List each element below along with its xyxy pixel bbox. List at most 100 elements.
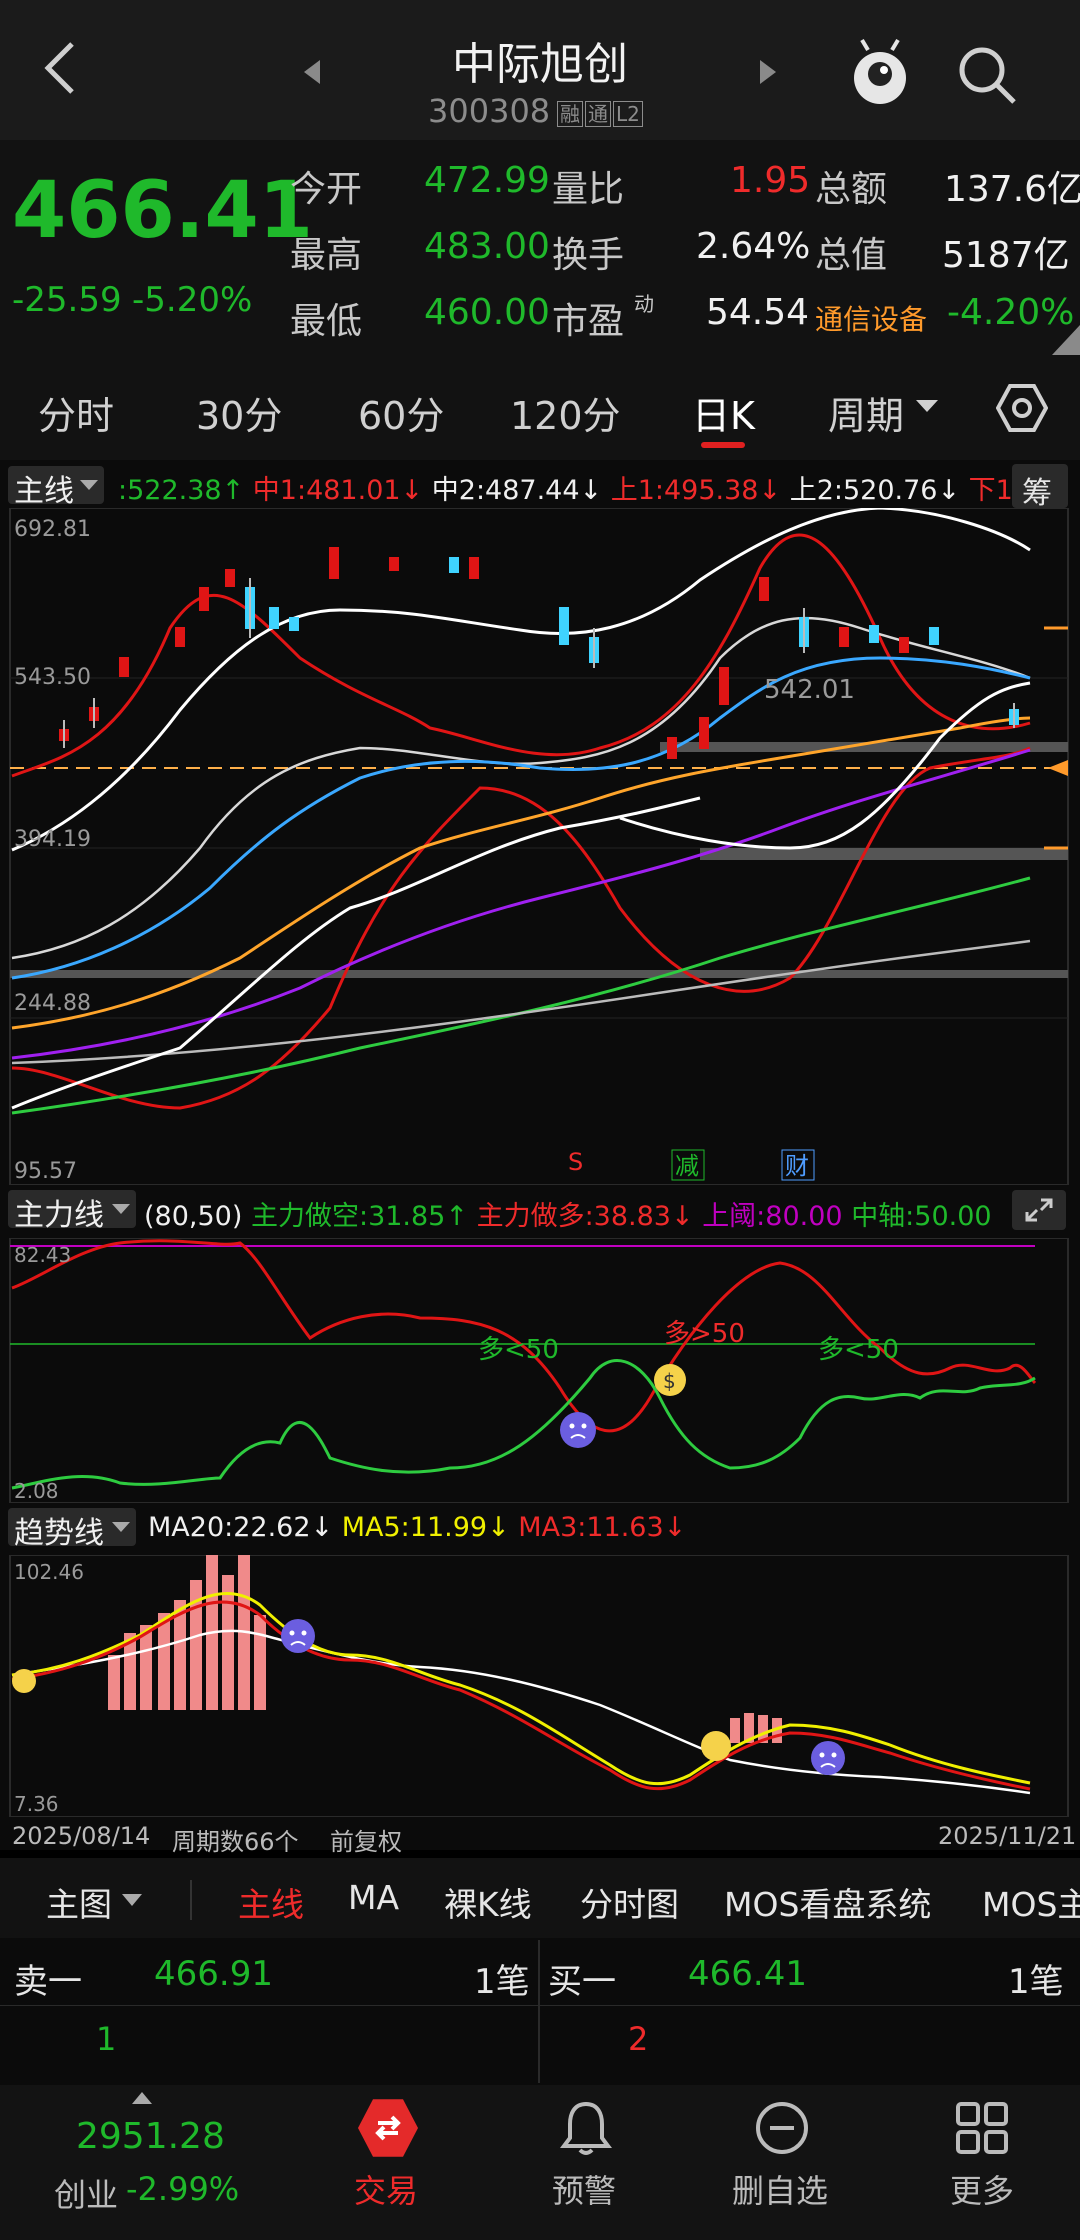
signal-label-1: 多<50 [478,1335,559,1365]
ma-grey [11,939,1031,1065]
grid-more-icon[interactable] [954,2100,1010,2156]
chart-frame [9,508,1069,1185]
force-short-line [11,1359,1036,1490]
tab-daily-k[interactable]: 日K [692,385,755,440]
trend-value-0: MA20:22.62↓ [148,1512,334,1543]
turnover-rate-label: 换手 [552,235,625,276]
price-change-pct: -5.20% [132,280,253,320]
force-indicator-chart[interactable]: 82.43 2.08 多<50 多>50 多<50 $ [0,1238,1080,1503]
trend-indicator-chart[interactable]: 102.46 7.36 [0,1555,1080,1817]
ask1-price[interactable]: 466.91 [154,1954,273,1994]
axis-adjust-mode[interactable]: 前复权 [330,1822,402,1857]
force-value-1: 主力做多:38.83↓ [476,1201,694,1232]
chips-label: 筹 [1022,476,1052,511]
force-value-0: 主力做空:31.85↑ [250,1201,468,1232]
lower-white-band-2 [619,681,1031,850]
main-value-1: 中1:481.01↓ [252,475,424,506]
tag-connect: 通 [585,101,611,127]
tag-l2: L2 [613,101,643,127]
turnover-amount-value: 137.6亿 [944,169,1080,210]
y-label-4: 95.57 [14,1159,77,1184]
chart-tab-ma[interactable]: MA [348,1878,399,1917]
svg-text:$: $ [663,1369,676,1393]
force-indicator-label: 主力线 [14,1198,104,1233]
next-stock-icon[interactable] [756,58,780,86]
expand-icon [1025,1198,1053,1222]
y-label-1: 543.50 [14,665,91,690]
force-indicator-values: (80,50) 主力做空:31.85↑ 主力做多:38.83↓ 上阈:80.00… [144,1194,992,1233]
open-label: 今开 [290,169,363,210]
trend-value-2: MA3:11.63↓ [518,1512,687,1543]
market-cap-label: 总值 [815,235,888,276]
tab-period[interactable]: 周期 [828,385,904,440]
ask1-count: 1 [96,2020,117,2058]
main-kline-chart[interactable]: 692.81 543.50 394.19 244.88 95.57 542.01… [0,508,1080,1185]
trend-indicator-label: 趋势线 [14,1516,104,1551]
ask1-label: 卖一 [14,1962,82,2002]
last-price: 466.41 [12,166,313,256]
upper-band-red [11,533,1031,778]
y-label-3: 244.88 [14,991,91,1016]
tab-30min[interactable]: 30分 [196,385,282,440]
remove-watchlist-icon[interactable] [754,2100,810,2156]
caret-up-icon[interactable] [132,2092,152,2106]
chevron-down-icon [916,400,938,412]
main-indicator-button[interactable]: 主线 [8,466,104,509]
stock-tags: 融通 L2 [557,98,643,127]
main-value-3: 上1:495.38↓ [610,475,782,506]
settings-hex-icon[interactable] [996,382,1048,434]
chart-tab-mos-main[interactable]: MOS主 [982,1878,1080,1926]
force-indicator-button[interactable]: 主力线 [8,1190,136,1233]
chart-tab-naked-k[interactable]: 裸K线 [444,1878,532,1926]
expand-button[interactable] [1012,1190,1066,1230]
white-envelope [11,508,1031,852]
high-label: 最高 [290,235,363,276]
force-y-top: 82.43 [14,1243,71,1267]
bid1-price[interactable]: 466.41 [688,1954,807,1994]
quote-panel: 466.41 -25.59 -5.20% 今开 472.99 量比 1.95 总… [0,140,1080,355]
index-value[interactable]: 2951.28 [76,2116,225,2157]
chart-tab-intraday[interactable]: 分时图 [580,1878,679,1926]
pe-label: 市盈 [552,301,625,342]
swap-arrows-icon [375,2115,401,2141]
chart-tab-mos[interactable]: MOS看盘系统 [724,1878,931,1926]
nav-trade[interactable]: 交易 [354,2166,418,2212]
top-header: 中际旭创 300308 融通 L2 [0,0,1080,140]
main-chart-dropdown[interactable]: 主图 [46,1878,112,1926]
support-band-1 [700,848,1068,860]
low-label: 最低 [290,301,363,342]
trend-y-bottom: 7.36 [14,1792,59,1816]
price-change: -25.59 [12,280,122,320]
ma-blue [11,656,1031,980]
nav-alert[interactable]: 预警 [552,2166,616,2212]
trend-value-1: MA5:11.99↓ [341,1512,510,1543]
sector-name[interactable]: 通信设备 [815,298,927,338]
force-value-3: 中轴:50.00 [851,1201,992,1232]
y-label-2: 394.19 [14,827,91,852]
event-tag-finance[interactable]: 财 [785,1152,809,1180]
chips-button[interactable]: 筹 [1012,464,1068,511]
search-icon[interactable] [956,44,1018,106]
pe-value: 54.54 [706,292,810,333]
tab-60min[interactable]: 60分 [358,385,444,440]
bell-icon[interactable] [558,2098,614,2158]
trend-indicator-button[interactable]: 趋势线 [8,1508,136,1551]
axis-period-count: 周期数66个 [172,1828,299,1856]
money-bag-icon: $ [654,1364,686,1396]
nav-remove-watchlist[interactable]: 删自选 [732,2166,828,2212]
main-value-0: :522.38↑ [118,475,245,506]
ask1-qty: 1笔 [474,1962,530,2002]
low-value: 460.00 [424,292,550,333]
ma-green [11,876,1031,1115]
event-tag-reduce[interactable]: 减 [675,1152,699,1180]
tab-intraday[interactable]: 分时 [38,385,114,440]
nav-more[interactable]: 更多 [950,2166,1014,2212]
main-value-2: 中2:487.44↓ [431,475,603,506]
main-indicator-values: :522.38↑ 中1:481.01↓ 中2:487.44↓ 上1:495.38… [118,468,1039,507]
main-value-4: 上2:520.76↓ [789,475,961,506]
chart-tab-mainline[interactable]: 主线 [238,1878,304,1926]
mascot-icon[interactable] [848,38,912,108]
turnover-rate-value: 2.64% [696,226,811,267]
tab-120min[interactable]: 120分 [510,385,621,440]
force-value-2: 上阈:80.00 [702,1201,843,1232]
